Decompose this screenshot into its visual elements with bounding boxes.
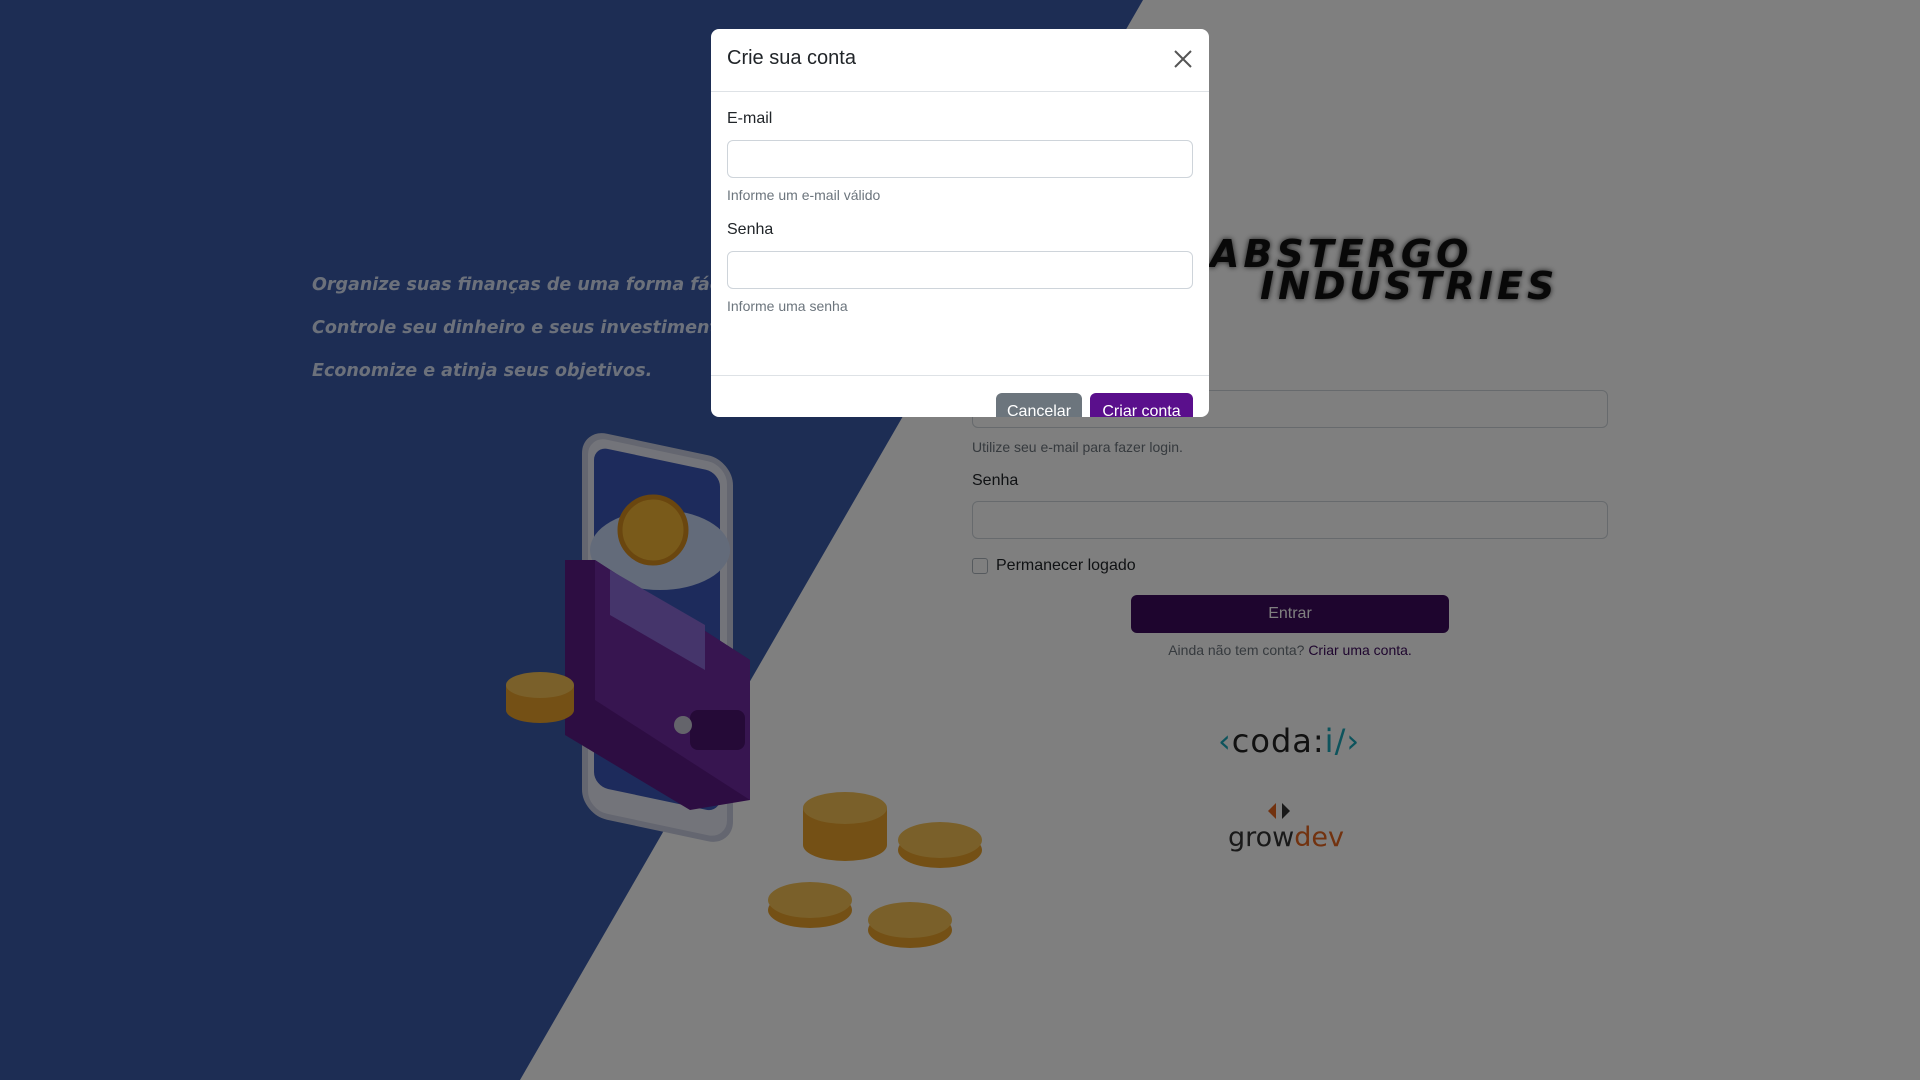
cancel-button[interactable]: Cancelar — [996, 393, 1082, 417]
create-account-button[interactable]: Criar conta — [1090, 393, 1193, 417]
modal-footer: Cancelar Criar conta — [711, 375, 1209, 417]
modal-email-help: Informe um e-mail válido — [727, 187, 881, 203]
close-icon[interactable] — [1171, 47, 1195, 71]
modal-title: Crie sua conta — [727, 47, 856, 69]
modal-body: E-mail Informe um e-mail válido Senha In… — [711, 92, 1209, 347]
modal-email-input[interactable] — [727, 140, 1193, 178]
modal-password-help: Informe uma senha — [727, 298, 848, 314]
create-account-modal: Crie sua conta E-mail Informe um e-mail … — [711, 29, 1209, 417]
modal-password-input[interactable] — [727, 251, 1193, 289]
modal-header: Crie sua conta — [711, 29, 1209, 92]
modal-email-label: E-mail — [727, 110, 773, 127]
modal-password-label: Senha — [727, 221, 774, 238]
